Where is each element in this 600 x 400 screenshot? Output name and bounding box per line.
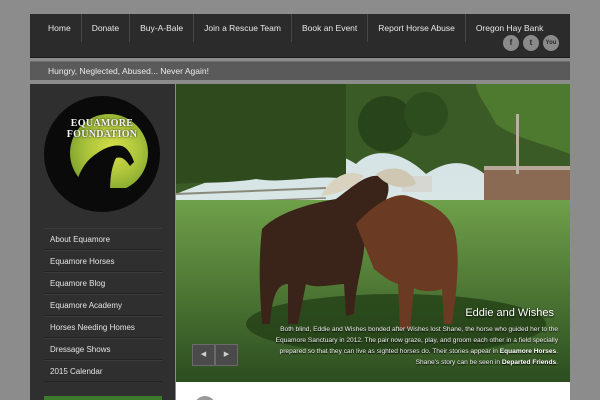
sidebar-item-about-equamore[interactable]: About Equamore	[44, 228, 162, 250]
logo-text-foundation: FOUNDATION	[66, 129, 138, 140]
slider-prev-button[interactable]: ◀	[192, 344, 215, 366]
top-navigation-bar: Home Donate Buy-A-Bale Join a Rescue Tea…	[30, 14, 570, 58]
nav-item-report-horse-abuse[interactable]: Report Horse Abuse	[368, 14, 466, 42]
logo-text-equamore: EQUAMORE	[70, 118, 134, 129]
twitter-icon[interactable]: t	[523, 35, 539, 51]
equamore-horses-link[interactable]: Equamore Horses	[500, 348, 556, 355]
nav-item-home[interactable]: Home	[38, 14, 82, 42]
content-area	[176, 382, 570, 400]
nav-item-buy-a-bale[interactable]: Buy-A-Bale	[130, 14, 195, 42]
slider-next-button[interactable]: ▶	[215, 344, 238, 366]
departed-friends-link[interactable]: Departed Friends	[502, 359, 556, 366]
slide-caption-title: Eddie and Wishes	[465, 307, 554, 319]
sidebar-item-2015-calendar[interactable]: 2015 Calendar	[44, 360, 162, 382]
hero-slider[interactable]: Eddie and Wishes Both blind, Eddie and W…	[176, 84, 570, 382]
sidebar-item-dressage-shows[interactable]: Dressage Shows	[44, 338, 162, 360]
sidebar-green-button[interactable]	[44, 396, 162, 400]
nav-item-join-rescue-team[interactable]: Join a Rescue Team	[194, 14, 292, 42]
facebook-icon[interactable]: f	[503, 35, 519, 51]
slider-arrows: ◀ ▶	[192, 344, 238, 366]
youtube-icon[interactable]: You	[543, 35, 559, 51]
sidebar-item-equamore-blog[interactable]: Equamore Blog	[44, 272, 162, 294]
slide-caption-end: .	[556, 359, 558, 366]
tagline-bar: Hungry, Neglected, Abused... Never Again…	[30, 61, 570, 80]
sidebar: EQUAMORE FOUNDATION About Equamore Equam…	[30, 84, 175, 400]
sidebar-menu: About Equamore Equamore Horses Equamore …	[44, 228, 162, 382]
slide-caption-text: Both blind, Eddie and Wishes bonded afte…	[268, 324, 558, 368]
horse-silhouette-icon	[62, 145, 142, 194]
sidebar-item-horses-needing-homes[interactable]: Horses Needing Homes	[44, 316, 162, 338]
main-menu: Home Donate Buy-A-Bale Join a Rescue Tea…	[38, 14, 553, 42]
nav-item-book-event[interactable]: Book an Event	[292, 14, 369, 42]
sidebar-item-equamore-horses[interactable]: Equamore Horses	[44, 250, 162, 272]
sidebar-item-equamore-academy[interactable]: Equamore Academy	[44, 294, 162, 316]
nav-item-donate[interactable]: Donate	[82, 14, 131, 42]
avatar	[194, 396, 216, 400]
equamore-foundation-logo[interactable]: EQUAMORE FOUNDATION	[44, 96, 160, 212]
